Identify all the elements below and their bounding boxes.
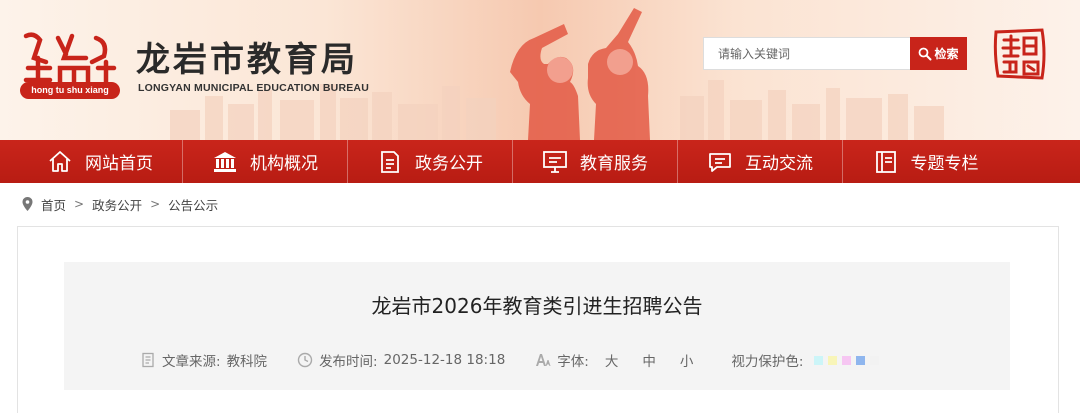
article-meta: 文章来源: 教科院 发布时间: 2025-12-18 18:18 字体: 大 中… xyxy=(140,350,1000,370)
font-size-small[interactable]: 小 xyxy=(680,350,694,370)
nav-item-interaction[interactable]: 互动交流 xyxy=(678,140,843,183)
nav-item-label: 机构概况 xyxy=(250,154,318,174)
logo-pinyin-badge: hong tu shu xiang xyxy=(20,82,120,99)
source-label: 文章来源: xyxy=(162,354,221,370)
eye-care-swatch-yellow[interactable] xyxy=(828,355,838,365)
article-title: 龙岩市2026年教育类引进生招聘公告 xyxy=(371,294,703,318)
book-icon xyxy=(875,150,896,173)
nav-item-education-services[interactable]: 教育服务 xyxy=(513,140,678,183)
source-value: 教科院 xyxy=(226,354,268,370)
document-icon xyxy=(381,150,399,173)
font-size-large[interactable]: 大 xyxy=(605,350,619,370)
nav-item-government-affairs[interactable]: 政务公开 xyxy=(348,140,513,183)
search-icon xyxy=(919,47,932,60)
font-size-icon xyxy=(536,354,551,366)
location-pin-icon xyxy=(22,197,33,211)
eye-care-swatch-cyan[interactable] xyxy=(814,355,824,365)
font-size-control: 字体: 大 中 小 xyxy=(535,350,701,370)
eye-care-swatch-gray[interactable] xyxy=(870,355,880,365)
site-title[interactable]: 龙岩市教育局 xyxy=(136,32,358,81)
institution-icon xyxy=(214,151,236,172)
main-nav: 网站首页 机构概况 政务公开 教育服务 互动交流 专题专栏 xyxy=(0,140,1080,183)
site-subtitle: LONGYAN MUNICIPAL EDUCATION BUREAU xyxy=(138,82,370,94)
search-button-label: 检索 xyxy=(934,47,959,61)
date-value: 2025-12-18 18:18 xyxy=(383,352,506,368)
search-button[interactable]: 检索 xyxy=(910,37,967,70)
pioneer-figures-illustration xyxy=(510,8,650,140)
breadcrumb-separator: > xyxy=(74,197,85,211)
china-seal-emblem xyxy=(993,28,1046,80)
article-header: 龙岩市2026年教育类引进生招聘公告 文章来源: 教科院 发布时间: 2025-… xyxy=(64,262,1010,390)
home-icon xyxy=(49,150,71,172)
nav-item-label: 互动交流 xyxy=(745,154,813,174)
nav-item-label: 政务公开 xyxy=(415,154,483,174)
clock-icon xyxy=(297,352,313,368)
chat-icon xyxy=(709,152,731,172)
breadcrumb-separator: > xyxy=(150,197,161,211)
nav-item-label: 网站首页 xyxy=(85,154,153,174)
breadcrumb-home-link[interactable]: 首页 xyxy=(41,195,66,214)
breadcrumb: 首页 > 政务公开 > 公告公示 xyxy=(22,194,218,214)
eye-care-swatch-pink[interactable] xyxy=(842,355,852,365)
date-label: 发布时间: xyxy=(319,354,378,370)
article-date: 发布时间: 2025-12-18 18:18 xyxy=(297,350,505,370)
eye-care-label: 视力保护色: xyxy=(731,354,804,370)
breadcrumb-announcements-link[interactable]: 公告公示 xyxy=(168,195,218,214)
font-label: 字体: xyxy=(557,354,589,370)
nav-item-special-topics[interactable]: 专题专栏 xyxy=(843,140,1008,183)
monitor-icon xyxy=(543,150,567,173)
eye-care-control: 视力保护色: xyxy=(731,350,880,370)
nav-item-home[interactable]: 网站首页 xyxy=(18,140,183,183)
header-banner: hong tu shu xiang 龙岩市教育局 LONGYAN MUNICIP… xyxy=(0,0,1080,140)
search-input[interactable] xyxy=(703,37,911,70)
breadcrumb-government-affairs-link[interactable]: 政务公开 xyxy=(92,195,142,214)
nav-item-label: 教育服务 xyxy=(580,154,648,174)
nav-item-institution[interactable]: 机构概况 xyxy=(183,140,348,183)
eye-care-swatch-blue[interactable] xyxy=(856,355,866,365)
nav-item-label: 专题专栏 xyxy=(910,154,979,174)
document-icon xyxy=(142,352,154,368)
font-size-medium[interactable]: 中 xyxy=(642,350,656,370)
article-source: 文章来源: 教科院 xyxy=(140,350,267,370)
